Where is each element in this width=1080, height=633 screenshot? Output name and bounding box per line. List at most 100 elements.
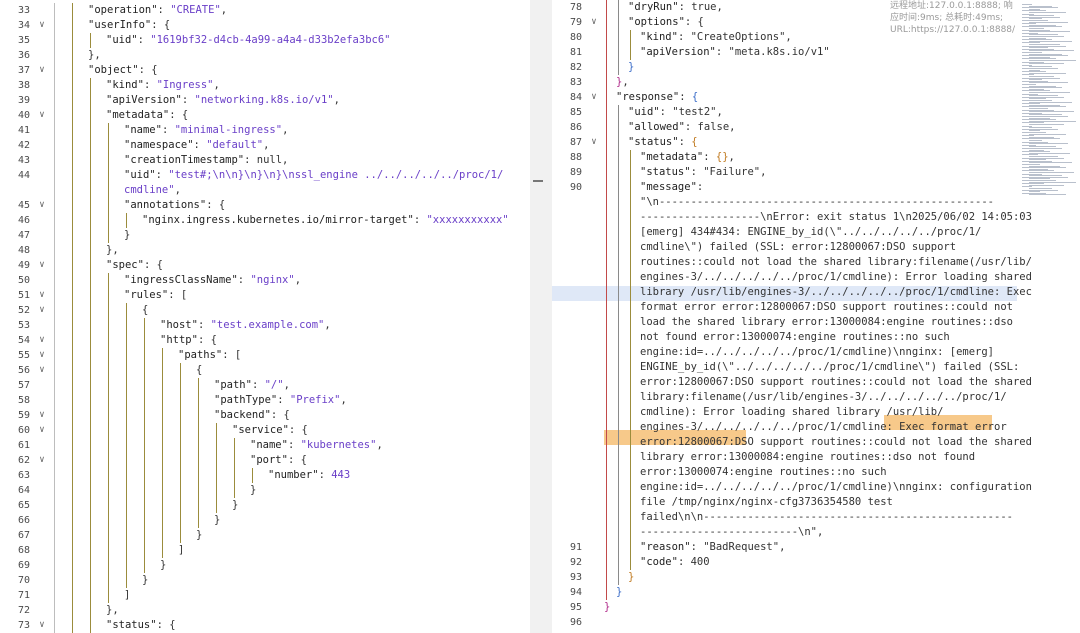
fold-chevron-icon[interactable]: ∨ <box>36 618 48 633</box>
code-line[interactable]: 60 ∨ "service": { <box>0 423 530 438</box>
code-line[interactable]: 58 "pathType": "Prefix", <box>0 393 530 408</box>
code-line[interactable]: library error:13000084:engine routines::… <box>552 450 1080 465</box>
code-line[interactable]: 51 ∨ "rules": [ <box>0 288 530 303</box>
divider-handle[interactable] <box>533 180 543 182</box>
code-line[interactable]: 65} <box>0 498 530 513</box>
fold-chevron-icon[interactable]: ∨ <box>36 453 48 468</box>
fold-chevron-icon[interactable]: ∨ <box>588 90 600 105</box>
code-line[interactable]: not found error:13000074:engine routines… <box>552 330 1080 345</box>
code-line[interactable]: 42 "namespace": "default", <box>0 138 530 153</box>
code-line[interactable]: 83}, <box>552 75 1080 90</box>
fold-chevron-icon[interactable]: ∨ <box>36 348 48 363</box>
code-line[interactable]: 54 ∨ "http": { <box>0 333 530 348</box>
code-line[interactable]: 47} <box>0 228 530 243</box>
code-line[interactable]: 70} <box>0 573 530 588</box>
code-line[interactable]: -------------------\nError: exit status … <box>552 210 1080 225</box>
code-line[interactable]: 56 ∨ { <box>0 363 530 378</box>
code-line[interactable]: cmdline): Error loading shared library /… <box>552 405 1080 420</box>
code-line[interactable]: engine:id=../../../../../proc/1/cmdline)… <box>552 480 1080 495</box>
code-line[interactable]: failed\n\n------------------------------… <box>552 510 1080 525</box>
code-line[interactable]: 88 "metadata": {}, <box>552 150 1080 165</box>
code-line[interactable]: 40 ∨ "metadata": { <box>0 108 530 123</box>
code-line[interactable]: 49 ∨ "spec": { <box>0 258 530 273</box>
code-line[interactable]: 69} <box>0 558 530 573</box>
code-line[interactable]: 48}, <box>0 243 530 258</box>
code-line[interactable]: 85 "uid": "test2", <box>552 105 1080 120</box>
code-line[interactable]: 84 ∨ "response": { <box>552 90 1080 105</box>
code-line[interactable]: 43 "creationTimestamp": null, <box>0 153 530 168</box>
code-line[interactable]: 38 "kind": "Ingress", <box>0 78 530 93</box>
code-line[interactable]: 61 "name": "kubernetes", <box>0 438 530 453</box>
code-line[interactable]: 34 ∨ "userInfo": { <box>0 18 530 33</box>
code-line[interactable]: 71] <box>0 588 530 603</box>
code-line[interactable]: -------------------------\n", <box>552 525 1080 540</box>
code-line[interactable]: cmdline\") failed (SSL: error:12800067:D… <box>552 240 1080 255</box>
code-line[interactable]: 92 "code": 400 <box>552 555 1080 570</box>
code-line[interactable]: [emerg] 434#434: ENGINE_by_id(\"../../..… <box>552 225 1080 240</box>
code-line[interactable]: 37 ∨ "object": { <box>0 63 530 78</box>
code-line[interactable]: 91 "reason": "BadRequest", <box>552 540 1080 555</box>
fold-chevron-icon[interactable]: ∨ <box>588 135 600 150</box>
fold-chevron-icon[interactable]: ∨ <box>36 333 48 348</box>
code-line[interactable]: 46 "nginx.ingress.kubernetes.io/mirror-ta… <box>0 213 530 228</box>
fold-chevron-icon[interactable]: ∨ <box>36 363 48 378</box>
fold-chevron-icon[interactable]: ∨ <box>36 63 48 78</box>
code-line[interactable]: cmdline", <box>0 183 530 198</box>
code-line[interactable]: engines-3/../../../../../proc/1/cmdline)… <box>552 270 1080 285</box>
code-line[interactable]: format error error:12800067:DSO support … <box>552 300 1080 315</box>
code-line[interactable]: 68] <box>0 543 530 558</box>
fold-chevron-icon[interactable]: ∨ <box>588 15 600 30</box>
pane-divider[interactable] <box>530 0 552 633</box>
code-line[interactable]: 53 "host": "test.example.com", <box>0 318 530 333</box>
code-line[interactable]: 86 "allowed": false, <box>552 120 1080 135</box>
fold-chevron-icon[interactable]: ∨ <box>36 408 48 423</box>
code-line[interactable]: 59 ∨ "backend": { <box>0 408 530 423</box>
code-line[interactable]: 96 <box>552 615 1080 630</box>
code-line[interactable]: 87 ∨ "status": { <box>552 135 1080 150</box>
code-line[interactable]: library:filename(/usr/lib/engines-3/../.… <box>552 390 1080 405</box>
code-line[interactable]: ENGINE_by_id(\"../../../../../proc/1/cmd… <box>552 360 1080 375</box>
code-line[interactable]: 67} <box>0 528 530 543</box>
fold-chevron-icon[interactable]: ∨ <box>36 198 48 213</box>
code-line[interactable]: 55 ∨ "paths": [ <box>0 348 530 363</box>
code-line[interactable]: error:13000074:engine routines::no such <box>552 465 1080 480</box>
code-line[interactable]: 64} <box>0 483 530 498</box>
code-line[interactable]: 95} <box>552 600 1080 615</box>
code-line[interactable]: 62 ∨ "port": { <box>0 453 530 468</box>
code-line[interactable]: 81 "apiVersion": "meta.k8s.io/v1" <box>552 45 1080 60</box>
minimap[interactable] <box>1018 0 1080 633</box>
code-line[interactable]: 63 "number": 443 <box>0 468 530 483</box>
code-line[interactable]: 52 ∨ { <box>0 303 530 318</box>
code-line[interactable]: 73 ∨ "status": { <box>0 618 530 633</box>
right-editor-pane[interactable]: 78 "dryRun": true, 79 ∨ "options": {80 "kind"… <box>552 0 1080 633</box>
code-line[interactable]: load the shared library error:13000084:e… <box>552 315 1080 330</box>
code-line[interactable]: 33 "operation": "CREATE", <box>0 3 530 18</box>
fold-chevron-icon[interactable]: ∨ <box>36 423 48 438</box>
code-line[interactable]: engines-3/../../../../../proc/1/cmdline:… <box>552 420 1080 435</box>
fold-chevron-icon[interactable]: ∨ <box>36 108 48 123</box>
code-line[interactable]: 72}, <box>0 603 530 618</box>
code-line[interactable]: 89 "status": "Failure", <box>552 165 1080 180</box>
code-line[interactable]: 50 "ingressClassName": "nginx", <box>0 273 530 288</box>
code-line[interactable]: file /tmp/nginx/nginx-cfg3736354580 test <box>552 495 1080 510</box>
code-line[interactable]: engine:id=../../../../../proc/1/cmdline)… <box>552 345 1080 360</box>
code-line[interactable]: 41 "name": "minimal-ingress", <box>0 123 530 138</box>
code-line[interactable]: 94} <box>552 585 1080 600</box>
code-line[interactable]: error:12800067:DSO support routines::cou… <box>552 435 1080 450</box>
fold-chevron-icon[interactable]: ∨ <box>36 18 48 33</box>
fold-chevron-icon[interactable]: ∨ <box>36 258 48 273</box>
code-line[interactable]: 90 "message": <box>552 180 1080 195</box>
code-line[interactable]: 39 "apiVersion": "networking.k8s.io/v1", <box>0 93 530 108</box>
fold-chevron-icon[interactable]: ∨ <box>36 303 48 318</box>
fold-chevron-icon[interactable]: ∨ <box>36 288 48 303</box>
code-line[interactable]: 45 ∨ "annotations": { <box>0 198 530 213</box>
code-line[interactable]: 66} <box>0 513 530 528</box>
code-line[interactable]: 82} <box>552 60 1080 75</box>
code-line[interactable]: routines::could not load the shared libr… <box>552 255 1080 270</box>
code-line[interactable]: 36}, <box>0 48 530 63</box>
code-line[interactable]: 57 "path": "/", <box>0 378 530 393</box>
left-editor-pane[interactable]: 33 "operation": "CREATE", 34 ∨ "userInfo": {… <box>0 0 530 633</box>
code-line[interactable]: 35 "uid": "1619bf32-d4cb-4a99-a4a4-d33b2e… <box>0 33 530 48</box>
code-line[interactable]: 44 "uid": "test#;\n\n}\n}\n}\nssl_engine … <box>0 168 530 183</box>
code-line[interactable]: library /usr/lib/engines-3/../../../../.… <box>552 285 1080 300</box>
